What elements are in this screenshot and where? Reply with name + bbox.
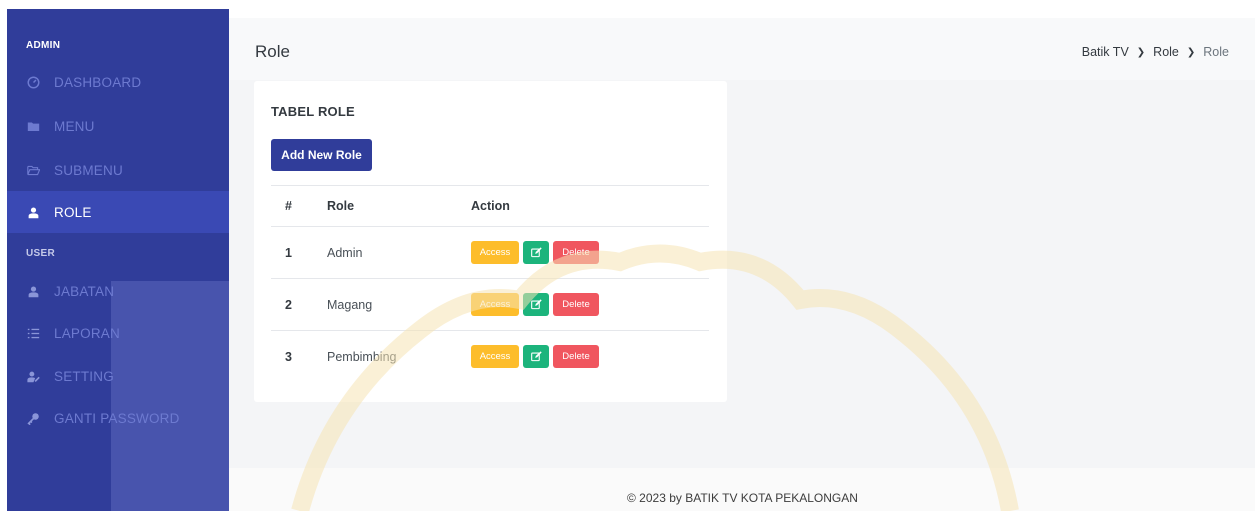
sidebar-heading-admin: ADMIN bbox=[26, 40, 61, 51]
user-cog-icon bbox=[26, 369, 40, 383]
row-role: Admin bbox=[327, 245, 363, 260]
user-icon bbox=[26, 284, 40, 298]
delete-button[interactable]: Delete bbox=[553, 345, 599, 369]
card-title: TABEL ROLE bbox=[271, 104, 355, 119]
sidebar-item-label: MENU bbox=[54, 118, 95, 134]
edit-button[interactable] bbox=[523, 241, 549, 264]
sidebar-item-label: LAPORAN bbox=[54, 325, 120, 341]
row-role: Magang bbox=[327, 297, 373, 312]
edit-button[interactable] bbox=[523, 293, 549, 316]
dashboard-icon bbox=[26, 75, 40, 89]
table-row: 3 Pembimbing Access Delete bbox=[271, 331, 709, 383]
add-new-role-button[interactable]: Add New Role bbox=[271, 139, 372, 171]
row-actions: Access Delete bbox=[471, 345, 709, 369]
row-number: 2 bbox=[285, 297, 292, 312]
page-title: Role bbox=[255, 42, 290, 61]
user-icon bbox=[26, 205, 40, 219]
row-number: 1 bbox=[285, 245, 292, 260]
breadcrumb-item-role[interactable]: Role bbox=[1153, 45, 1179, 59]
sidebar-item-menu[interactable]: MENU bbox=[7, 105, 229, 147]
table-row: 2 Magang Access Delete bbox=[271, 279, 709, 331]
role-table-card: TABEL ROLE Add New Role # Role Action 1 … bbox=[254, 81, 727, 402]
sidebar-item-submenu[interactable]: SUBMENU bbox=[7, 149, 229, 191]
column-header-role: Role bbox=[327, 199, 355, 213]
access-button[interactable]: Access bbox=[471, 345, 519, 369]
chevron-right-icon: ❯ bbox=[1186, 46, 1196, 58]
access-button[interactable]: Access bbox=[471, 293, 519, 316]
breadcrumb: Batik TV ❯ Role ❯ Role bbox=[1082, 45, 1229, 59]
table-header-row: # Role Action bbox=[271, 185, 709, 227]
sidebar: ADMIN DASHBOARD MENU SUBMENU ROLE USER J… bbox=[7, 9, 229, 511]
sidebar-item-jabatan[interactable]: JABATAN bbox=[7, 270, 229, 312]
sidebar-item-label: DASHBOARD bbox=[54, 74, 142, 90]
sidebar-item-label: SUBMENU bbox=[54, 162, 123, 178]
sidebar-item-label: GANTI PASSWORD bbox=[54, 410, 180, 426]
breadcrumb-item-current: Role bbox=[1203, 45, 1229, 59]
edit-icon bbox=[530, 247, 542, 258]
folder-open-icon bbox=[26, 163, 40, 177]
edit-icon bbox=[530, 299, 542, 310]
edit-button[interactable] bbox=[523, 345, 549, 369]
row-actions: Access Delete bbox=[471, 241, 709, 264]
column-header-action: Action bbox=[471, 199, 510, 213]
sidebar-item-label: JABATAN bbox=[54, 283, 115, 299]
key-icon bbox=[26, 411, 40, 425]
sidebar-item-laporan[interactable]: LAPORAN bbox=[7, 312, 229, 354]
chevron-right-icon: ❯ bbox=[1136, 46, 1146, 58]
folder-icon bbox=[26, 119, 40, 133]
column-header-number: # bbox=[285, 199, 292, 213]
role-table: # Role Action 1 Admin Access Delete 2 Ma… bbox=[271, 185, 709, 383]
list-icon bbox=[26, 326, 40, 340]
sidebar-item-ganti-password[interactable]: GANTI PASSWORD bbox=[7, 397, 229, 439]
row-actions: Access Delete bbox=[471, 293, 709, 316]
sidebar-item-role[interactable]: ROLE bbox=[7, 191, 229, 233]
footer-copyright: © 2023 by BATIK TV KOTA PEKALONGAN bbox=[627, 491, 858, 505]
sidebar-item-label: ROLE bbox=[54, 204, 92, 220]
row-number: 3 bbox=[285, 349, 292, 364]
table-row: 1 Admin Access Delete bbox=[271, 227, 709, 279]
row-role: Pembimbing bbox=[327, 349, 397, 364]
sidebar-item-label: SETTING bbox=[54, 368, 114, 384]
delete-button[interactable]: Delete bbox=[553, 241, 599, 264]
breadcrumb-item-home[interactable]: Batik TV bbox=[1082, 45, 1129, 59]
edit-icon bbox=[530, 351, 542, 362]
sidebar-item-dashboard[interactable]: DASHBOARD bbox=[7, 61, 229, 103]
sidebar-item-setting[interactable]: SETTING bbox=[7, 355, 229, 397]
access-button[interactable]: Access bbox=[471, 241, 519, 264]
delete-button[interactable]: Delete bbox=[553, 293, 599, 316]
sidebar-heading-user: USER bbox=[26, 248, 55, 259]
